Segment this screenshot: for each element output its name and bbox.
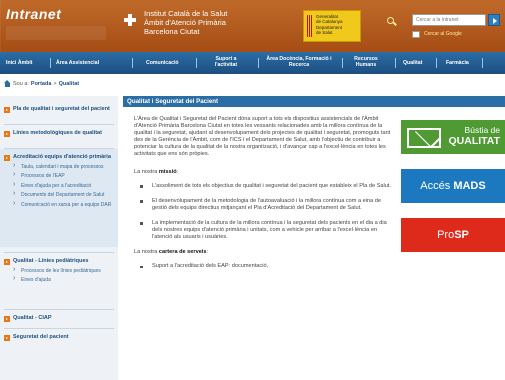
acces-mads-banner[interactable]: Accés MADS [401, 169, 505, 203]
nav-divider [132, 58, 133, 68]
google-search-label[interactable]: Cercar al Google [424, 31, 462, 38]
arrow-bullet-icon [4, 131, 10, 137]
nav-area-assistencial[interactable]: Àrea Assistencial [56, 60, 99, 66]
sidebar-item-linies-metodologiques[interactable]: Línies metodològiques de qualitat [4, 130, 114, 137]
nav-divider [258, 58, 259, 68]
sidebar-item-label: Qualitat - CIAP [13, 315, 52, 321]
sidebar-item-label: Pla de qualitat i seguretat del pacient [13, 106, 110, 112]
envelope-icon [407, 128, 441, 148]
sidebar-item-label: Qualitat - Línies pediàtriques [13, 258, 89, 264]
sidebar-item-label: Línies metodològiques de qualitat [13, 130, 102, 136]
banner-label: Pro [437, 229, 455, 241]
arrow-bullet-icon [4, 259, 10, 265]
mission-item: L'assoliment de tots els objectius de qu… [134, 183, 396, 190]
banner-label: Bústia de [464, 125, 500, 135]
nav-farmacia[interactable]: Farmàcia [446, 60, 469, 66]
mission-item: El desenvolupament de la metodologia de … [134, 198, 396, 212]
nav-comunicacio[interactable]: Comunicació [146, 60, 179, 66]
sidebar-subitem[interactable]: Eines d'ajuda [4, 276, 114, 283]
sidebar-item-linies-pediatriques[interactable]: Qualitat - Línies pediàtriques Processos… [4, 258, 114, 284]
arrow-bullet-icon [4, 316, 10, 322]
intro-paragraph: L'Àrea de Qualitat i Seguretat del Pacie… [134, 116, 391, 158]
sidebar-subitem[interactable]: Eines d'ajuda per a l'acreditació [4, 182, 114, 189]
institution-line: Àmbit d'Atenció Primària [144, 18, 226, 27]
logo-strip [6, 26, 106, 40]
mission-heading: La nostra missió: [134, 168, 179, 175]
arrow-bullet-icon [4, 107, 10, 113]
sidebar: Pla de qualitat i seguretat del pacient … [0, 96, 118, 380]
nav-suport[interactable]: Suport a l'activitat [204, 56, 248, 68]
services-heading: La nostra cartera de serveis: [134, 249, 209, 256]
sidebar-divider [4, 124, 114, 125]
home-icon[interactable] [4, 80, 11, 87]
breadcrumb-current: Qualitat [58, 80, 80, 87]
nav-qualitat[interactable]: Qualitat [403, 60, 422, 66]
banner-label: QUALITAT [448, 135, 500, 147]
search-go-button[interactable] [488, 14, 500, 26]
bustia-qualitat-banner[interactable]: Bústia de QUALITAT [401, 120, 505, 154]
banner-label: SP [454, 229, 469, 241]
search-icon [387, 17, 394, 24]
nav-divider [342, 58, 343, 68]
nav-divider [395, 58, 396, 68]
nav-docencia[interactable]: Àrea Docència, Formació i Recerca [262, 56, 336, 68]
sidebar-divider [4, 309, 114, 310]
institution-line: Barcelona Ciutat [144, 27, 200, 36]
search-input[interactable]: Cercar a la intranet [412, 14, 486, 26]
google-search-checkbox[interactable] [412, 31, 420, 38]
nav-inici-ambit[interactable]: Inici Àmbit [6, 60, 33, 66]
sidebar-subitem[interactable]: Comunicació en xarxa per a equips DAR [4, 201, 114, 208]
gencat-line: de Salut [316, 30, 333, 36]
header: Intranet Institut Català de la Salut Àmb… [0, 0, 505, 52]
sidebar-subitem[interactable]: Documents del Departament de Salut [4, 191, 114, 198]
institution-name: Institut Català de la Salut Àmbit d'Aten… [144, 9, 284, 36]
sidebar-item-pla-qualitat[interactable]: Pla de qualitat i seguretat del pacient [4, 106, 114, 113]
arrow-bullet-icon [4, 155, 10, 161]
sidebar-subitem[interactable]: Processos de l'EAP [4, 172, 114, 179]
main-content: L'Àrea de Qualitat i Seguretat del Pacie… [134, 116, 396, 278]
mission-item: La implementació de la cultura de la mil… [134, 220, 396, 241]
sidebar-item-acreditacio[interactable]: Acreditació equips d'atenció primària Ta… [4, 154, 114, 208]
sidebar-divider [4, 328, 114, 329]
gencat-logo[interactable]: Generalitat de Catalunya Departament de … [303, 10, 361, 42]
breadcrumb-separator: > [53, 80, 57, 87]
breadcrumb-prefix: Sou a: [13, 80, 29, 87]
page-title: Qualitat i Seguretat del Pacient [123, 96, 505, 107]
ics-cross-icon [124, 14, 136, 26]
institution-line: Institut Català de la Salut [144, 9, 228, 18]
arrow-bullet-icon [4, 335, 10, 341]
main-nav: Inici Àmbit Àrea Assistencial Comunicaci… [0, 52, 505, 74]
sidebar-subitem[interactable]: Taula, calendari i mapa de processos [4, 163, 114, 170]
nav-divider [50, 58, 51, 68]
banner-label: Accés [420, 180, 454, 192]
banner-label: MADS [453, 180, 486, 192]
services-item: Suport a l'acreditació dels EAP: documen… [134, 263, 396, 270]
sidebar-item-label: Seguretat del pacient [13, 334, 69, 340]
breadcrumb-home-link[interactable]: Portada [31, 81, 51, 87]
sidebar-item-label: Acreditació equips d'atenció primària [13, 154, 111, 160]
sidebar-subitem[interactable]: Processos de les línies pediàtriques [4, 267, 114, 274]
sidebar-divider [4, 252, 114, 253]
sidebar-item-ciap[interactable]: Qualitat - CIAP [4, 315, 114, 322]
nav-divider [196, 58, 197, 68]
intranet-logo[interactable]: Intranet [6, 6, 61, 22]
sidebar-item-seguretat-pacient[interactable]: Seguretat del pacient [4, 334, 114, 341]
senyera-icon [307, 15, 313, 37]
nav-divider [436, 58, 437, 68]
nav-divider [482, 58, 483, 68]
breadcrumb: Sou a: Portada > Qualitat [4, 80, 79, 87]
prosp-banner[interactable]: ProSP [401, 218, 505, 252]
nav-recursos-humans[interactable]: Recursos Humans [346, 56, 386, 68]
